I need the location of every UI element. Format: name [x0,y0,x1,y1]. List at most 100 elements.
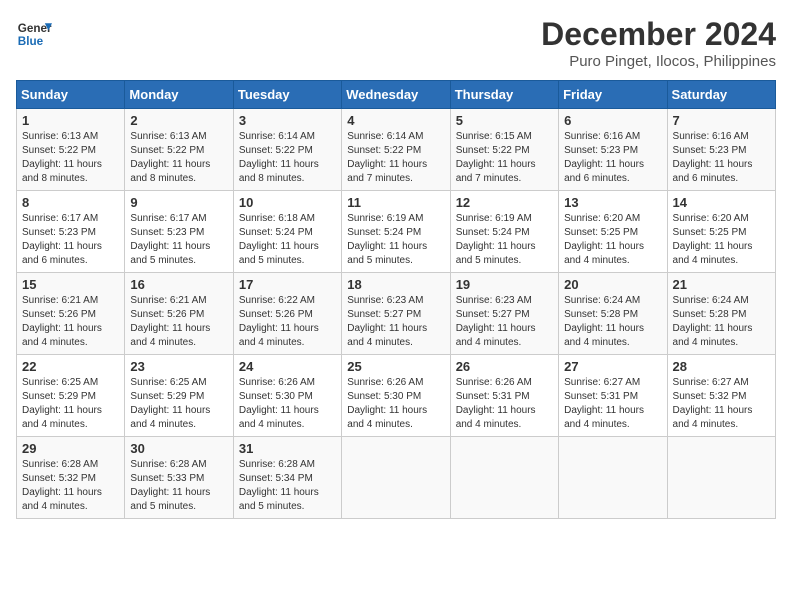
logo-icon: General Blue [16,16,52,52]
month-title: December 2024 [541,16,776,53]
day-info: Sunrise: 6:27 AM Sunset: 5:32 PM Dayligh… [673,376,770,432]
day-info: Sunrise: 6:22 AM Sunset: 5:26 PM Dayligh… [239,294,336,350]
day-number: 20 [564,277,661,292]
day-info: Sunrise: 6:17 AM Sunset: 5:23 PM Dayligh… [130,212,227,268]
day-number: 1 [22,113,119,128]
col-saturday: Saturday [667,81,775,109]
day-number: 11 [347,195,444,210]
calendar-cell: 8 Sunrise: 6:17 AM Sunset: 5:23 PM Dayli… [17,191,125,273]
calendar-cell: 24 Sunrise: 6:26 AM Sunset: 5:30 PM Dayl… [233,355,341,437]
calendar-cell: 11 Sunrise: 6:19 AM Sunset: 5:24 PM Dayl… [342,191,450,273]
calendar-cell: 16 Sunrise: 6:21 AM Sunset: 5:26 PM Dayl… [125,273,233,355]
day-info: Sunrise: 6:23 AM Sunset: 5:27 PM Dayligh… [347,294,444,350]
calendar-cell: 20 Sunrise: 6:24 AM Sunset: 5:28 PM Dayl… [559,273,667,355]
day-number: 28 [673,359,770,374]
calendar-cell: 30 Sunrise: 6:28 AM Sunset: 5:33 PM Dayl… [125,437,233,519]
calendar-cell [450,437,558,519]
day-info: Sunrise: 6:23 AM Sunset: 5:27 PM Dayligh… [456,294,553,350]
day-info: Sunrise: 6:24 AM Sunset: 5:28 PM Dayligh… [673,294,770,350]
day-number: 15 [22,277,119,292]
day-info: Sunrise: 6:24 AM Sunset: 5:28 PM Dayligh… [564,294,661,350]
logo: General Blue [16,16,56,52]
day-number: 6 [564,113,661,128]
table-row: 1 Sunrise: 6:13 AM Sunset: 5:22 PM Dayli… [17,109,776,191]
day-number: 4 [347,113,444,128]
day-number: 25 [347,359,444,374]
calendar-table: Sunday Monday Tuesday Wednesday Thursday… [16,80,776,519]
day-number: 14 [673,195,770,210]
day-number: 24 [239,359,336,374]
calendar-cell: 28 Sunrise: 6:27 AM Sunset: 5:32 PM Dayl… [667,355,775,437]
calendar-cell: 26 Sunrise: 6:26 AM Sunset: 5:31 PM Dayl… [450,355,558,437]
calendar-cell: 31 Sunrise: 6:28 AM Sunset: 5:34 PM Dayl… [233,437,341,519]
calendar-cell: 4 Sunrise: 6:14 AM Sunset: 5:22 PM Dayli… [342,109,450,191]
table-row: 8 Sunrise: 6:17 AM Sunset: 5:23 PM Dayli… [17,191,776,273]
table-row: 15 Sunrise: 6:21 AM Sunset: 5:26 PM Dayl… [17,273,776,355]
day-number: 9 [130,195,227,210]
day-info: Sunrise: 6:14 AM Sunset: 5:22 PM Dayligh… [347,130,444,186]
col-monday: Monday [125,81,233,109]
col-wednesday: Wednesday [342,81,450,109]
day-number: 21 [673,277,770,292]
calendar-cell: 29 Sunrise: 6:28 AM Sunset: 5:32 PM Dayl… [17,437,125,519]
day-number: 12 [456,195,553,210]
col-thursday: Thursday [450,81,558,109]
day-number: 2 [130,113,227,128]
day-info: Sunrise: 6:16 AM Sunset: 5:23 PM Dayligh… [564,130,661,186]
day-info: Sunrise: 6:19 AM Sunset: 5:24 PM Dayligh… [456,212,553,268]
location-subtitle: Puro Pinget, Ilocos, Philippines [541,53,776,70]
day-info: Sunrise: 6:15 AM Sunset: 5:22 PM Dayligh… [456,130,553,186]
calendar-cell: 18 Sunrise: 6:23 AM Sunset: 5:27 PM Dayl… [342,273,450,355]
day-number: 3 [239,113,336,128]
calendar-cell: 3 Sunrise: 6:14 AM Sunset: 5:22 PM Dayli… [233,109,341,191]
col-friday: Friday [559,81,667,109]
day-number: 17 [239,277,336,292]
header-row: Sunday Monday Tuesday Wednesday Thursday… [17,81,776,109]
day-info: Sunrise: 6:21 AM Sunset: 5:26 PM Dayligh… [130,294,227,350]
day-number: 29 [22,441,119,456]
calendar-cell: 27 Sunrise: 6:27 AM Sunset: 5:31 PM Dayl… [559,355,667,437]
day-info: Sunrise: 6:18 AM Sunset: 5:24 PM Dayligh… [239,212,336,268]
calendar-cell: 23 Sunrise: 6:25 AM Sunset: 5:29 PM Dayl… [125,355,233,437]
day-number: 13 [564,195,661,210]
col-sunday: Sunday [17,81,125,109]
day-info: Sunrise: 6:20 AM Sunset: 5:25 PM Dayligh… [673,212,770,268]
calendar-cell [559,437,667,519]
day-info: Sunrise: 6:25 AM Sunset: 5:29 PM Dayligh… [22,376,119,432]
calendar-cell: 13 Sunrise: 6:20 AM Sunset: 5:25 PM Dayl… [559,191,667,273]
calendar-cell: 14 Sunrise: 6:20 AM Sunset: 5:25 PM Dayl… [667,191,775,273]
day-number: 30 [130,441,227,456]
day-number: 8 [22,195,119,210]
day-number: 31 [239,441,336,456]
day-info: Sunrise: 6:13 AM Sunset: 5:22 PM Dayligh… [22,130,119,186]
calendar-cell: 25 Sunrise: 6:26 AM Sunset: 5:30 PM Dayl… [342,355,450,437]
day-info: Sunrise: 6:19 AM Sunset: 5:24 PM Dayligh… [347,212,444,268]
day-info: Sunrise: 6:17 AM Sunset: 5:23 PM Dayligh… [22,212,119,268]
day-number: 23 [130,359,227,374]
table-row: 29 Sunrise: 6:28 AM Sunset: 5:32 PM Dayl… [17,437,776,519]
calendar-cell: 1 Sunrise: 6:13 AM Sunset: 5:22 PM Dayli… [17,109,125,191]
day-number: 26 [456,359,553,374]
calendar-cell: 10 Sunrise: 6:18 AM Sunset: 5:24 PM Dayl… [233,191,341,273]
day-info: Sunrise: 6:21 AM Sunset: 5:26 PM Dayligh… [22,294,119,350]
page-header: General Blue December 2024 Puro Pinget, … [16,16,776,70]
calendar-cell: 12 Sunrise: 6:19 AM Sunset: 5:24 PM Dayl… [450,191,558,273]
day-number: 18 [347,277,444,292]
calendar-cell: 9 Sunrise: 6:17 AM Sunset: 5:23 PM Dayli… [125,191,233,273]
day-number: 27 [564,359,661,374]
calendar-cell: 5 Sunrise: 6:15 AM Sunset: 5:22 PM Dayli… [450,109,558,191]
title-area: December 2024 Puro Pinget, Ilocos, Phili… [541,16,776,70]
day-info: Sunrise: 6:27 AM Sunset: 5:31 PM Dayligh… [564,376,661,432]
calendar-cell: 7 Sunrise: 6:16 AM Sunset: 5:23 PM Dayli… [667,109,775,191]
day-number: 16 [130,277,227,292]
table-row: 22 Sunrise: 6:25 AM Sunset: 5:29 PM Dayl… [17,355,776,437]
day-number: 22 [22,359,119,374]
day-number: 10 [239,195,336,210]
calendar-cell [667,437,775,519]
day-info: Sunrise: 6:13 AM Sunset: 5:22 PM Dayligh… [130,130,227,186]
col-tuesday: Tuesday [233,81,341,109]
day-info: Sunrise: 6:26 AM Sunset: 5:30 PM Dayligh… [347,376,444,432]
day-info: Sunrise: 6:16 AM Sunset: 5:23 PM Dayligh… [673,130,770,186]
calendar-cell: 19 Sunrise: 6:23 AM Sunset: 5:27 PM Dayl… [450,273,558,355]
day-info: Sunrise: 6:28 AM Sunset: 5:33 PM Dayligh… [130,458,227,514]
